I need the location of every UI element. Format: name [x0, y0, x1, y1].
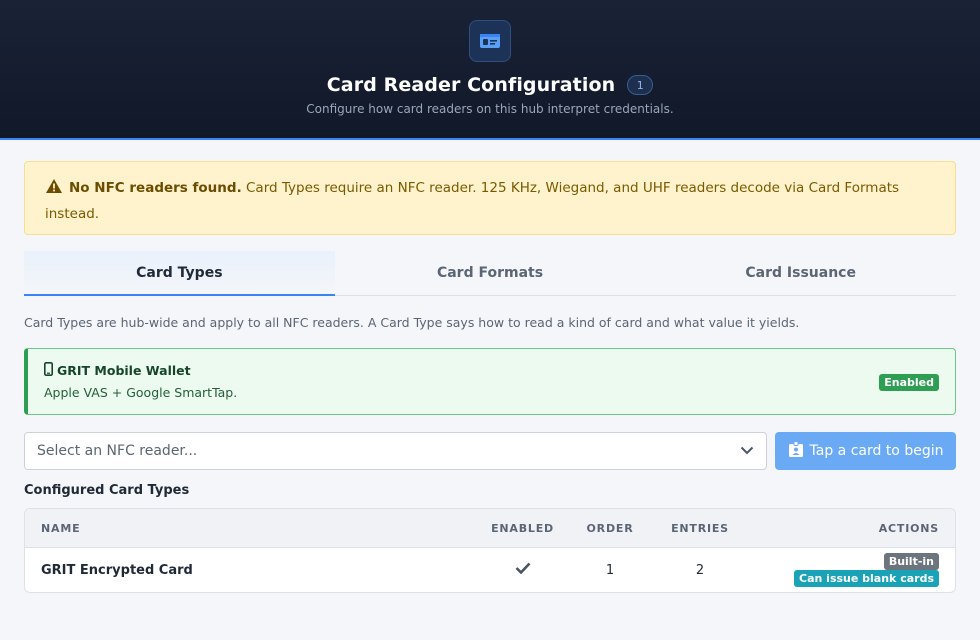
reader-select-placeholder: Select an NFC reader...	[37, 443, 198, 459]
col-order: ORDER	[586, 521, 634, 535]
row-order: 1	[605, 562, 615, 578]
row-name: GRIT Encrypted Card	[41, 562, 193, 578]
tab-description: Card Types are hub-wide and apply to all…	[24, 315, 800, 330]
table-row[interactable]: GRIT Encrypted Card 1 2 Built-in Can iss…	[25, 548, 955, 592]
warning-icon	[45, 178, 63, 202]
col-name: NAME	[41, 521, 81, 535]
col-entries: ENTRIES	[671, 521, 729, 535]
status-badge: Enabled	[879, 374, 939, 391]
mobile-wallet-card: GRIT Mobile Wallet Apple VAS + Google Sm…	[24, 348, 956, 415]
built-in-badge: Built-in	[883, 553, 939, 570]
table-header: NAME ENABLED ORDER ENTRIES ACTIONS	[25, 509, 955, 548]
page-subtitle: Configure how card readers on this hub i…	[306, 102, 674, 116]
tab-card-formats[interactable]: Card Formats	[335, 251, 646, 295]
wallet-subtitle: Apple VAS + Google SmartTap.	[44, 385, 238, 400]
row-entries: 2	[695, 562, 705, 578]
card-types-table: NAME ENABLED ORDER ENTRIES ACTIONS GRIT …	[24, 508, 956, 593]
row-actions: Built-in Can issue blank cards	[760, 553, 955, 587]
tab-card-types[interactable]: Card Types	[24, 251, 335, 296]
section-title: Configured Card Types	[24, 483, 190, 498]
page-title: Card Reader Configuration	[326, 74, 616, 96]
check-icon	[465, 562, 580, 578]
count-badge: 1	[627, 75, 654, 95]
page-header: Card Reader Configuration 1 Configure ho…	[0, 0, 980, 140]
chevron-down-icon	[740, 443, 754, 459]
tap-card-label: Tap a card to begin	[809, 443, 944, 459]
reader-select[interactable]: Select an NFC reader...	[24, 432, 767, 470]
wallet-title: GRIT Mobile Wallet	[57, 363, 191, 378]
alert-title: No NFC readers found.	[69, 180, 242, 196]
col-actions: ACTIONS	[878, 521, 939, 535]
tab-card-issuance[interactable]: Card Issuance	[645, 251, 956, 295]
no-readers-alert: No NFC readers found. Card Types require…	[24, 161, 956, 235]
tab-bar: Card Types Card Formats Card Issuance	[24, 251, 956, 296]
col-enabled: ENABLED	[491, 521, 554, 535]
issue-blank-badge: Can issue blank cards	[794, 570, 939, 587]
badge-icon	[788, 440, 804, 462]
tap-card-button[interactable]: Tap a card to begin	[775, 432, 956, 470]
phone-icon	[44, 362, 54, 379]
id-card-icon	[469, 20, 511, 62]
